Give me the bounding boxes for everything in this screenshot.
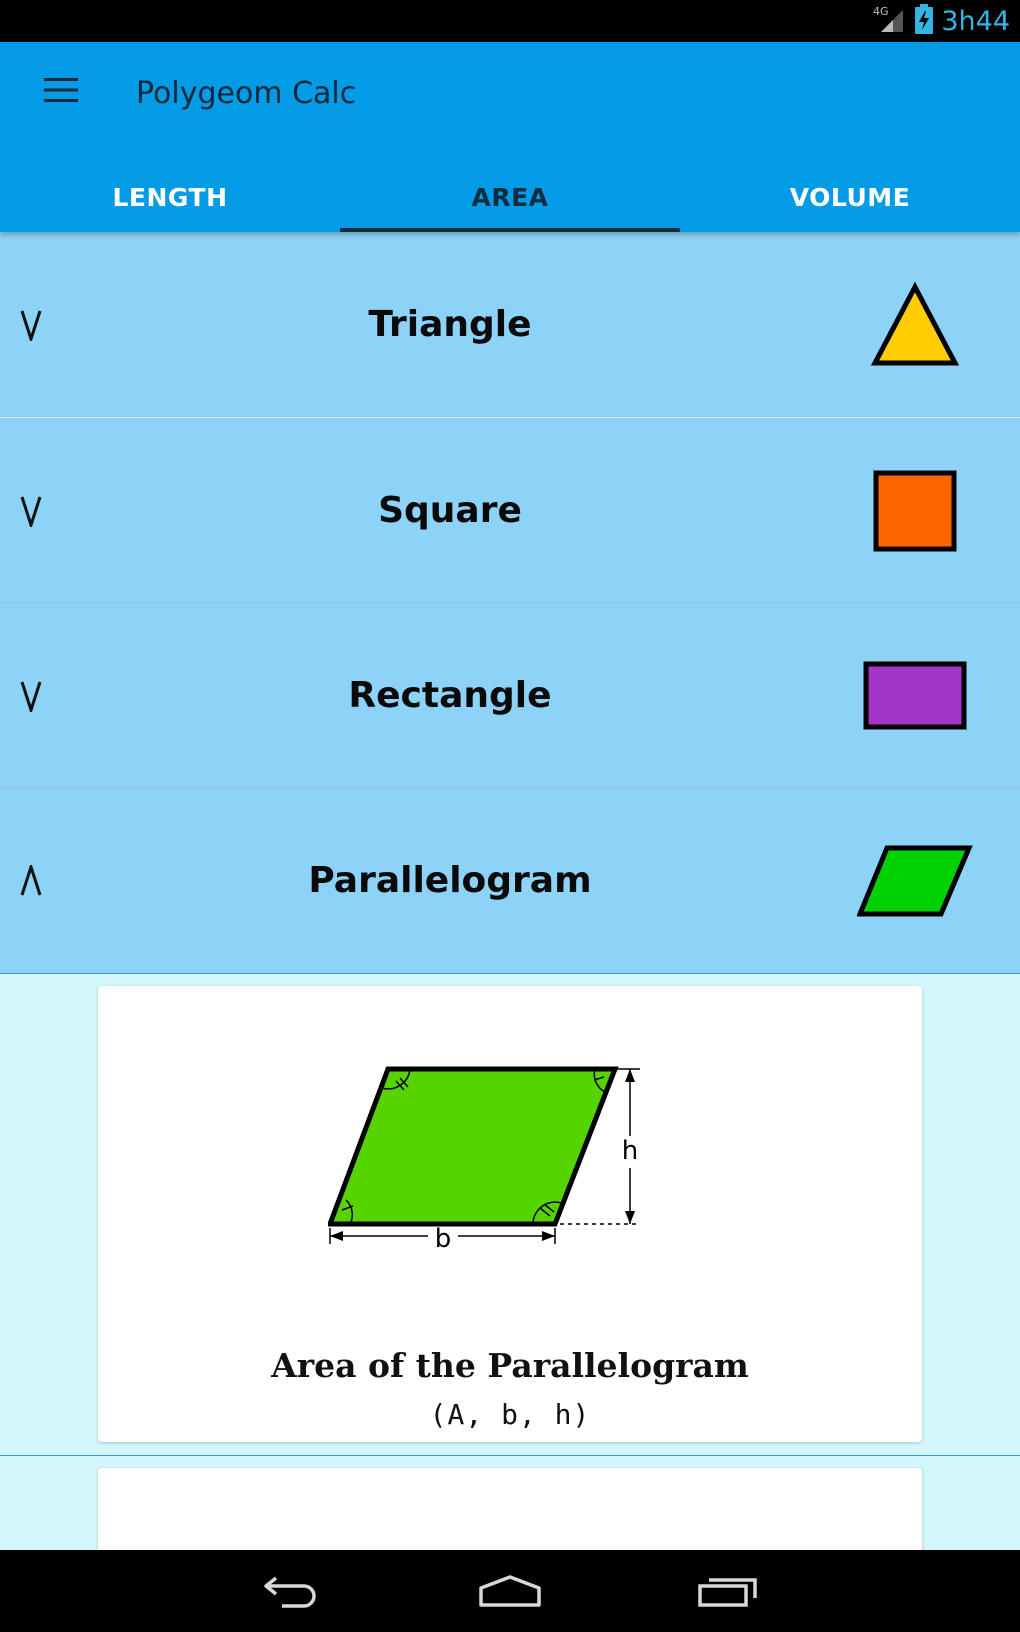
active-tab-indicator [340,228,680,232]
shape-row-triangle[interactable]: Triangle [0,232,1020,417]
card-title: Area of the Parallelogram [271,1346,749,1385]
back-icon [264,1576,316,1608]
parallelogram-icon [850,788,980,973]
tab-area-label: AREA [471,182,549,212]
status-time: 3h44 [941,5,1010,37]
home-button[interactable] [460,1550,560,1632]
parallelogram-diagram: h b [326,1066,698,1291]
height-label: h [622,1136,638,1166]
app-title: Polygeom Calc [136,76,357,111]
shape-row-label: Parallelogram [308,860,592,901]
status-bar: 4G 3h44 [0,0,1020,42]
base-label: b [435,1224,452,1254]
app-bar: Polygeom Calc LENGTH AREA VOLUME [0,42,1020,232]
card-subtitle: (A, b, h) [429,1398,591,1431]
formula-card-parallelogram[interactable]: h b Area of the Parallelogram (A, b, h) [98,986,922,1442]
navigation-bar [0,1550,1020,1632]
shape-row-square[interactable]: Square [0,418,1020,603]
shape-row-parallelogram[interactable]: Parallelogram [0,788,1020,973]
tab-volume-label: VOLUME [789,182,911,212]
shape-row-label: Square [378,490,522,531]
shape-row-rectangle[interactable]: Rectangle [0,603,1020,788]
square-icon [850,418,980,603]
triangle-icon [850,232,980,417]
signal-icon: 4G [873,4,907,39]
divider [0,1455,1020,1456]
back-button[interactable] [242,1550,342,1632]
recent-apps-button[interactable] [678,1550,778,1632]
tab-bar: LENGTH AREA VOLUME [0,162,1020,232]
recent-apps-icon [698,1578,757,1607]
shape-row-label: Rectangle [348,675,552,716]
shape-row-label: Triangle [368,304,532,345]
battery-icon [915,3,934,39]
hamburger-menu-icon [44,78,78,102]
status-icons: 4G 3h44 [873,0,1010,42]
rectangle-icon [850,603,980,788]
divider [0,973,1020,974]
svg-text:4G: 4G [873,5,889,18]
menu-button[interactable] [30,62,92,118]
tab-length[interactable]: LENGTH [0,162,340,232]
tab-length-label: LENGTH [112,182,228,212]
tab-volume[interactable]: VOLUME [680,162,1020,232]
home-icon [479,1575,541,1607]
tab-area[interactable]: AREA [340,162,680,232]
